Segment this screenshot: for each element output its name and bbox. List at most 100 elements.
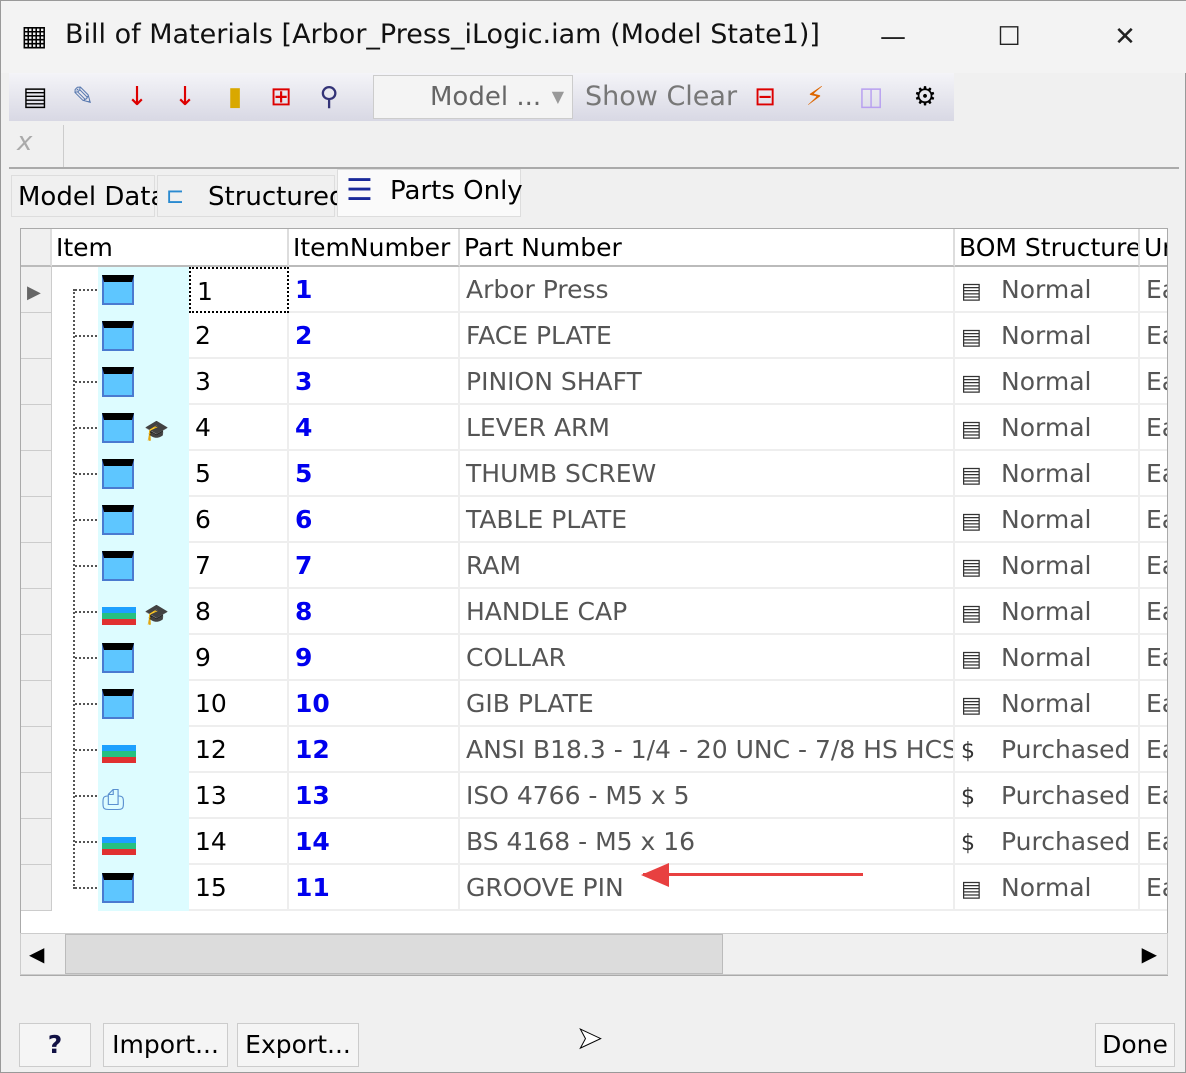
- bom-structure-cell[interactable]: ▤ Normal: [955, 405, 1140, 451]
- table-row[interactable]: 🎓 4 4 LEVER ARM ▤ Normal Each: [21, 405, 1167, 451]
- part-number-cell[interactable]: HANDLE CAP: [460, 589, 955, 635]
- row-selector[interactable]: [21, 589, 52, 635]
- add-component-icon[interactable]: ◫: [851, 77, 891, 117]
- table-row[interactable]: 6 6 TABLE PLATE ▤ Normal Each: [21, 497, 1167, 543]
- itemnumber-cell[interactable]: 10: [289, 681, 460, 727]
- bom-structure-cell[interactable]: ▤ Normal: [955, 359, 1140, 405]
- show-button[interactable]: Show: [585, 81, 658, 112]
- part-number-cell[interactable]: PINION SHAFT: [460, 359, 955, 405]
- close-button[interactable]: ✕: [1095, 15, 1155, 59]
- unit-cell[interactable]: Each: [1140, 635, 1167, 681]
- item-cell[interactable]: 8: [189, 589, 289, 635]
- bom-structure-cell[interactable]: ▤ Normal: [955, 267, 1140, 313]
- tab-model-data[interactable]: Model Data: [11, 175, 166, 217]
- unit-cell[interactable]: Each: [1140, 267, 1167, 313]
- itemnumber-cell[interactable]: 6: [289, 497, 460, 543]
- table-row[interactable]: 14 14 BS 4168 - M5 x 16 $ Purchased Each: [21, 819, 1167, 865]
- unit-cell[interactable]: Each: [1140, 313, 1167, 359]
- part-number-cell[interactable]: GROOVE PIN: [460, 865, 955, 911]
- scroll-right-icon[interactable]: ▶: [1142, 942, 1157, 966]
- bom-structure-cell[interactable]: ▤ Normal: [955, 497, 1140, 543]
- renumber-icon[interactable]: ⊞: [261, 77, 301, 117]
- table-row[interactable]: 🎓 8 8 HANDLE CAP ▤ Normal Each: [21, 589, 1167, 635]
- minimize-button[interactable]: —: [863, 15, 923, 59]
- row-selector[interactable]: [21, 681, 52, 727]
- part-number-cell[interactable]: THUMB SCREW: [460, 451, 955, 497]
- unit-cell[interactable]: Each: [1140, 359, 1167, 405]
- table-row[interactable]: 9 9 COLLAR ▤ Normal Each: [21, 635, 1167, 681]
- itemnumber-cell[interactable]: 7: [289, 543, 460, 589]
- item-cell[interactable]: 14: [189, 819, 289, 865]
- itemnumber-cell[interactable]: 9: [289, 635, 460, 681]
- table-row[interactable]: 10 10 GIB PLATE ▤ Normal Each: [21, 681, 1167, 727]
- bom-structure-cell[interactable]: ▤ Normal: [955, 865, 1140, 911]
- part-number-cell[interactable]: FACE PLATE: [460, 313, 955, 359]
- insert-icon[interactable]: ▮: [215, 77, 255, 117]
- row-selector[interactable]: [21, 313, 52, 359]
- unit-cell[interactable]: Each: [1140, 543, 1167, 589]
- unit-cell[interactable]: Each: [1140, 773, 1167, 819]
- scroll-left-icon[interactable]: ◀: [29, 942, 44, 966]
- itemnumber-cell[interactable]: 13: [289, 773, 460, 819]
- row-selector[interactable]: [21, 819, 52, 865]
- help-button[interactable]: ?: [19, 1023, 91, 1067]
- itemnumber-cell[interactable]: 14: [289, 819, 460, 865]
- bom-structure-cell[interactable]: $ Purchased: [955, 773, 1140, 819]
- formula-icon[interactable]: x: [17, 127, 32, 157]
- part-number-cell[interactable]: GIB PLATE: [460, 681, 955, 727]
- row-selector[interactable]: [21, 405, 52, 451]
- table-row[interactable]: 7 7 RAM ▤ Normal Each: [21, 543, 1167, 589]
- table-row[interactable]: ▶ 1 1 Arbor Press ▤ Normal Each: [21, 267, 1167, 313]
- model-state-dropdown[interactable]: Model ... ▼: [373, 75, 573, 119]
- itemnumber-cell[interactable]: 12: [289, 727, 460, 773]
- item-cell[interactable]: 9: [189, 635, 289, 681]
- itemnumber-cell[interactable]: 8: [289, 589, 460, 635]
- col-item[interactable]: Item: [52, 229, 289, 267]
- item-cell[interactable]: 10: [189, 681, 289, 727]
- item-cell[interactable]: 15: [189, 865, 289, 911]
- clear-button[interactable]: Clear: [666, 81, 737, 112]
- unit-cell[interactable]: Each: [1140, 727, 1167, 773]
- bom-structure-cell[interactable]: ▤ Normal: [955, 589, 1140, 635]
- itemnumber-cell[interactable]: 11: [289, 865, 460, 911]
- horizontal-scrollbar[interactable]: ◀ ▶: [20, 933, 1168, 975]
- import-button[interactable]: Import...: [103, 1023, 228, 1067]
- item-cell[interactable]: 1: [189, 267, 289, 313]
- part-number-cell[interactable]: TABLE PLATE: [460, 497, 955, 543]
- unit-cell[interactable]: Each: [1140, 865, 1167, 911]
- table-row[interactable]: 2 2 FACE PLATE ▤ Normal Each: [21, 313, 1167, 359]
- unit-cell[interactable]: Each: [1140, 451, 1167, 497]
- unit-cell[interactable]: Each: [1140, 589, 1167, 635]
- sort-alpha-icon[interactable]: ↓: [117, 77, 157, 117]
- col-unit[interactable]: Unit: [1140, 229, 1167, 267]
- find-icon[interactable]: ⚲: [309, 77, 349, 117]
- part-number-cell[interactable]: Arbor Press: [460, 267, 955, 313]
- export-table-icon[interactable]: ▤: [15, 77, 55, 117]
- row-selector[interactable]: [21, 451, 52, 497]
- table-row[interactable]: ⎙ 13 13 ISO 4766 - M5 x 5 $ Purchased Eac…: [21, 773, 1167, 819]
- scrollbar-thumb[interactable]: [65, 934, 723, 974]
- part-number-cell[interactable]: ISO 4766 - M5 x 5: [460, 773, 955, 819]
- row-selector[interactable]: [21, 635, 52, 681]
- unit-cell[interactable]: Each: [1140, 405, 1167, 451]
- done-button[interactable]: Done: [1095, 1023, 1175, 1067]
- part-number-cell[interactable]: RAM: [460, 543, 955, 589]
- view-options-icon[interactable]: ⊟: [745, 77, 785, 117]
- item-cell[interactable]: 3: [189, 359, 289, 405]
- part-number-cell[interactable]: BS 4168 - M5 x 16: [460, 819, 955, 865]
- col-bom-structure[interactable]: BOM Structure: [955, 229, 1140, 267]
- tab-parts-only[interactable]: ☰ Parts Only: [337, 169, 523, 217]
- table-row[interactable]: 12 12 ANSI B18.3 - 1/4 - 20 UNC - 7/8 HS…: [21, 727, 1167, 773]
- row-selector[interactable]: [21, 359, 52, 405]
- edit-icon[interactable]: ✎: [63, 77, 103, 117]
- row-selector[interactable]: [21, 865, 52, 911]
- itemnumber-cell[interactable]: 5: [289, 451, 460, 497]
- unit-cell[interactable]: Each: [1140, 497, 1167, 543]
- part-number-cell[interactable]: LEVER ARM: [460, 405, 955, 451]
- row-selector[interactable]: [21, 543, 52, 589]
- part-number-cell[interactable]: COLLAR: [460, 635, 955, 681]
- bom-structure-cell[interactable]: $ Purchased: [955, 727, 1140, 773]
- bom-structure-cell[interactable]: ▤ Normal: [955, 451, 1140, 497]
- formula-input[interactable]: [63, 125, 1179, 167]
- export-button[interactable]: Export...: [237, 1023, 359, 1067]
